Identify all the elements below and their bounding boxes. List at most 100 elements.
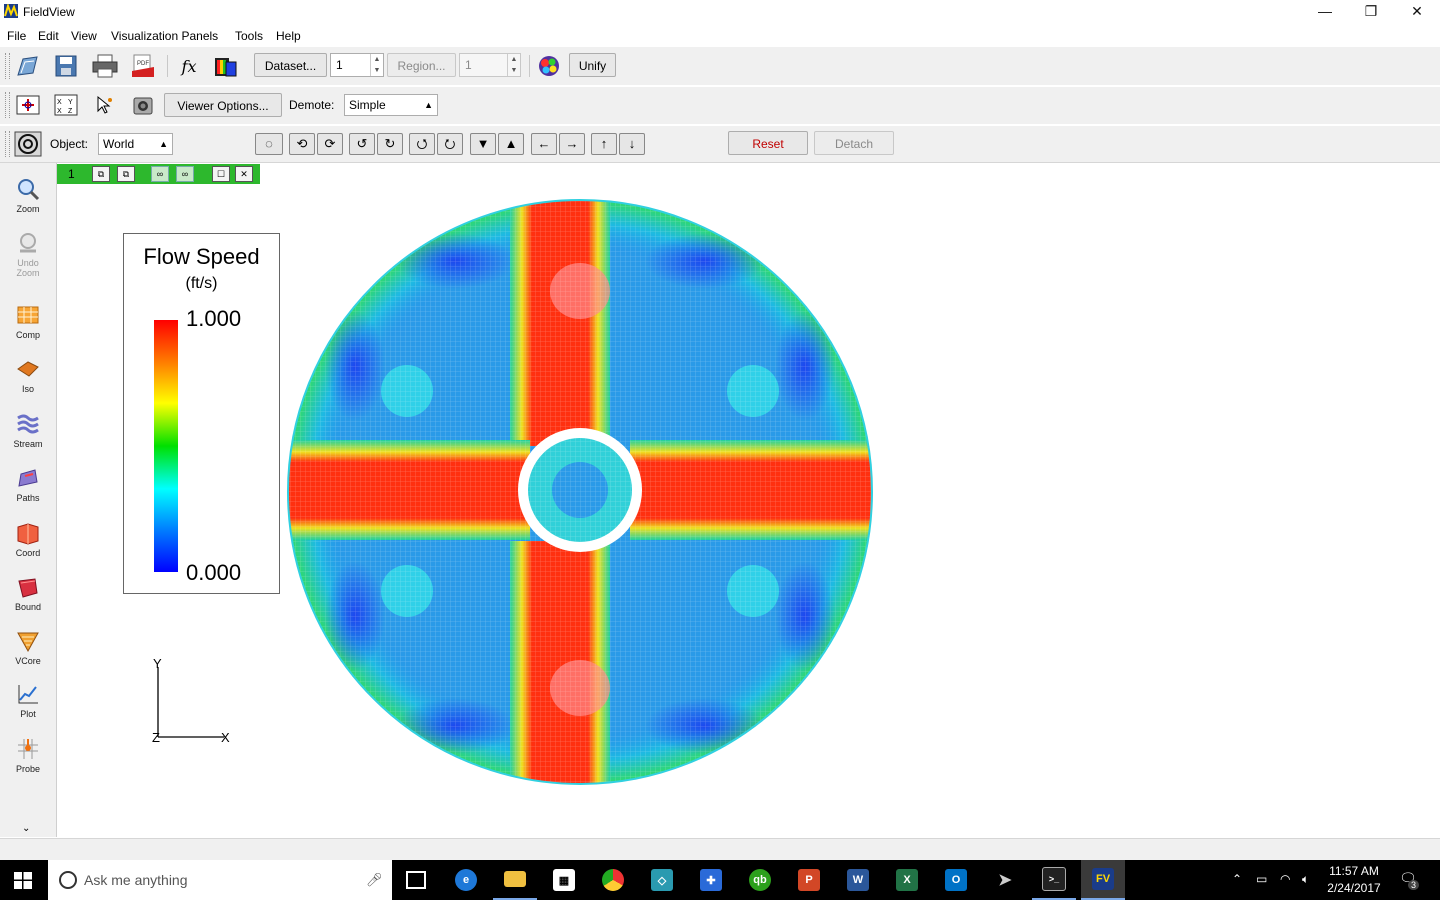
fieldview-taskbar-icon[interactable]: FV bbox=[1081, 860, 1125, 900]
panel-coord[interactable]: Coord bbox=[0, 521, 56, 558]
panel-comp[interactable]: Comp bbox=[0, 303, 56, 340]
task-view-icon[interactable] bbox=[394, 860, 438, 900]
close-button[interactable]: ✕ bbox=[1394, 0, 1440, 24]
wifi-icon[interactable]: ◠ bbox=[1280, 872, 1290, 886]
demote-select[interactable]: Simple ▲ bbox=[344, 94, 438, 116]
defender-shield-icon[interactable]: ✚ bbox=[689, 860, 733, 900]
cortana-icon bbox=[59, 871, 77, 889]
dataset-spin-arrows[interactable]: ▲ ▼ bbox=[370, 54, 383, 76]
arrow-left-icon[interactable]: ← bbox=[531, 133, 557, 155]
viewport-copy-icon[interactable]: ⧉ bbox=[92, 166, 110, 182]
panel-coord-label: Coord bbox=[15, 548, 41, 558]
tray-chevron-up-icon[interactable]: ⌃ bbox=[1232, 872, 1242, 886]
rotate-z-neg-icon[interactable]: ⭯ bbox=[409, 133, 435, 155]
region-spin-arrows[interactable]: ▲ ▼ bbox=[507, 54, 520, 76]
perspective-view-icon[interactable]: ◌ bbox=[255, 133, 283, 155]
toolbar-grip[interactable] bbox=[5, 53, 10, 79]
clock-date: 2/24/2017 bbox=[1327, 881, 1381, 895]
object-select[interactable]: World ▲ bbox=[98, 133, 173, 155]
rotate-z-pos-icon[interactable]: ⭮ bbox=[437, 133, 463, 155]
menu-tools[interactable]: Tools bbox=[235, 29, 263, 43]
file-explorer-icon[interactable] bbox=[493, 860, 537, 900]
panel-probe-label: Probe bbox=[15, 764, 41, 774]
save-icon[interactable] bbox=[53, 53, 79, 79]
word-icon[interactable]: W bbox=[836, 860, 880, 900]
panel-iso[interactable]: Iso bbox=[0, 357, 56, 394]
command-prompt-icon[interactable]: >_ bbox=[1032, 860, 1076, 900]
reset-button[interactable]: Reset bbox=[728, 131, 808, 155]
cortana-search-box[interactable]: Ask me anything 🎤︎ bbox=[48, 860, 392, 900]
taskbar-clock[interactable]: 11:57 AM 2/24/2017 bbox=[1318, 863, 1390, 897]
plane-app-icon[interactable]: ➤ bbox=[983, 860, 1027, 900]
outlook-icon[interactable]: O bbox=[934, 860, 978, 900]
minimize-button[interactable]: — bbox=[1302, 0, 1348, 24]
toolbar-grip[interactable] bbox=[5, 92, 10, 118]
color-wheel-icon[interactable] bbox=[537, 54, 561, 78]
dataset-button[interactable]: Dataset... bbox=[254, 53, 327, 77]
unify-button[interactable]: Unify bbox=[569, 53, 616, 77]
region-number-field[interactable]: 1 ▲ ▼ bbox=[459, 53, 521, 77]
3d-pdf-icon[interactable]: PDF bbox=[130, 53, 156, 79]
menu-view[interactable]: View bbox=[71, 29, 97, 43]
function-icon[interactable]: 𝑓x bbox=[176, 53, 202, 79]
dataset-number-field[interactable]: 1 ▲ ▼ bbox=[330, 53, 384, 77]
powerpoint-icon[interactable]: P bbox=[787, 860, 831, 900]
center-view-icon[interactable] bbox=[15, 92, 41, 118]
link-icon[interactable]: ∞ bbox=[151, 166, 169, 182]
arrow-up-icon[interactable]: ↑ bbox=[591, 133, 617, 155]
region-button[interactable]: Region... bbox=[387, 53, 456, 77]
chevron-down-icon[interactable]: ⌄ bbox=[22, 823, 30, 834]
toolbar-separator bbox=[529, 55, 530, 77]
panel-undo-zoom[interactable]: Undo Zoom bbox=[0, 231, 56, 278]
panel-vcore-label: VCore bbox=[15, 656, 41, 666]
tilt-up-icon[interactable]: ▲ bbox=[498, 133, 524, 155]
viewport-number: 1 bbox=[68, 167, 75, 181]
print-icon[interactable] bbox=[91, 53, 119, 79]
panel-bound[interactable]: Bound bbox=[0, 575, 56, 612]
panel-zoom[interactable]: Zoom bbox=[0, 177, 56, 214]
flow-speed-contour-plot[interactable] bbox=[285, 196, 877, 788]
battery-icon[interactable]: ▭ bbox=[1256, 872, 1267, 886]
app-teal-icon[interactable]: ◇ bbox=[640, 860, 684, 900]
maximize-button[interactable]: ❐ bbox=[1348, 0, 1394, 24]
volume-muted-icon[interactable]: 🔈︎ bbox=[1302, 872, 1309, 887]
object-value: World bbox=[103, 137, 135, 151]
rotate-y-neg-icon[interactable]: ↺ bbox=[349, 133, 375, 155]
rotate-x-pos-icon[interactable]: ⟳ bbox=[317, 133, 343, 155]
quickbooks-icon[interactable]: qb bbox=[738, 860, 782, 900]
panel-plot[interactable]: Plot bbox=[0, 682, 56, 719]
toolbar-grip[interactable] bbox=[5, 131, 10, 157]
colormap-icon[interactable] bbox=[212, 53, 238, 79]
menu-edit[interactable]: Edit bbox=[38, 29, 59, 43]
menu-help[interactable]: Help bbox=[276, 29, 301, 43]
tilt-down-icon[interactable]: ▼ bbox=[470, 133, 496, 155]
panel-probe[interactable]: Probe bbox=[0, 737, 56, 774]
toolbar-separator bbox=[167, 55, 168, 77]
excel-icon[interactable]: X bbox=[885, 860, 929, 900]
panel-vcore[interactable]: VCore bbox=[0, 629, 56, 666]
viewport-maximize-icon[interactable]: ☐ bbox=[212, 166, 230, 182]
viewer-options-button[interactable]: Viewer Options... bbox=[164, 93, 282, 117]
arrow-down-icon[interactable]: ↓ bbox=[619, 133, 645, 155]
rotate-y-pos-icon[interactable]: ↻ bbox=[377, 133, 403, 155]
detach-button[interactable]: Detach bbox=[814, 131, 894, 155]
pick-cursor-icon[interactable] bbox=[92, 92, 118, 118]
rotate-mode-icon[interactable] bbox=[14, 131, 42, 157]
microphone-icon[interactable]: 🎤︎ bbox=[366, 872, 383, 888]
xyz-axes-icon[interactable]: X YX Z bbox=[53, 92, 79, 118]
panel-paths[interactable]: Paths bbox=[0, 466, 56, 503]
menu-file[interactable]: File bbox=[7, 29, 26, 43]
windows-start-icon[interactable] bbox=[14, 872, 32, 889]
store-icon[interactable]: ▦ bbox=[542, 860, 586, 900]
viewport-close-icon[interactable]: ✕ bbox=[235, 166, 253, 182]
viewport-paste-icon[interactable]: ⧉ bbox=[117, 166, 135, 182]
menu-visualization-panels[interactable]: Visualization Panels bbox=[111, 29, 218, 43]
panel-stream[interactable]: Stream bbox=[0, 412, 56, 449]
edge-browser-icon[interactable]: e bbox=[444, 860, 488, 900]
unlink-icon[interactable]: ∞ bbox=[176, 166, 194, 182]
arrow-right-icon[interactable]: → bbox=[559, 133, 585, 155]
chrome-icon[interactable] bbox=[591, 860, 635, 900]
rotate-x-neg-icon[interactable]: ⟲ bbox=[289, 133, 315, 155]
open-file-icon[interactable] bbox=[15, 53, 41, 79]
camera-icon[interactable] bbox=[130, 92, 156, 118]
